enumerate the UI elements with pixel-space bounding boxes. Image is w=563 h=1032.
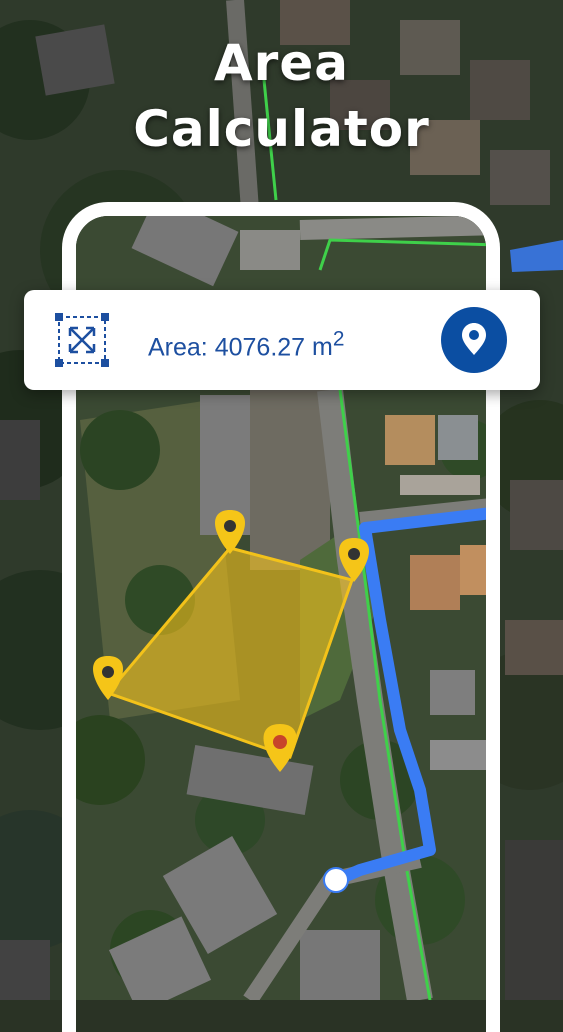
- area-label: Area:: [148, 333, 208, 362]
- area-unit: m2: [312, 328, 345, 362]
- headline-line-1: Area: [213, 34, 349, 92]
- area-value-text: Area: 4076.27 m2: [148, 328, 344, 362]
- headline-line-2: Calculator: [133, 100, 430, 158]
- route-start-marker: [323, 867, 349, 893]
- location-pin-icon: [462, 323, 486, 355]
- area-number: 4076.27: [214, 333, 306, 362]
- expand-area-icon[interactable]: [54, 312, 110, 368]
- location-button[interactable]: [441, 307, 507, 373]
- area-result-card: Area: 4076.27 m2: [24, 290, 540, 390]
